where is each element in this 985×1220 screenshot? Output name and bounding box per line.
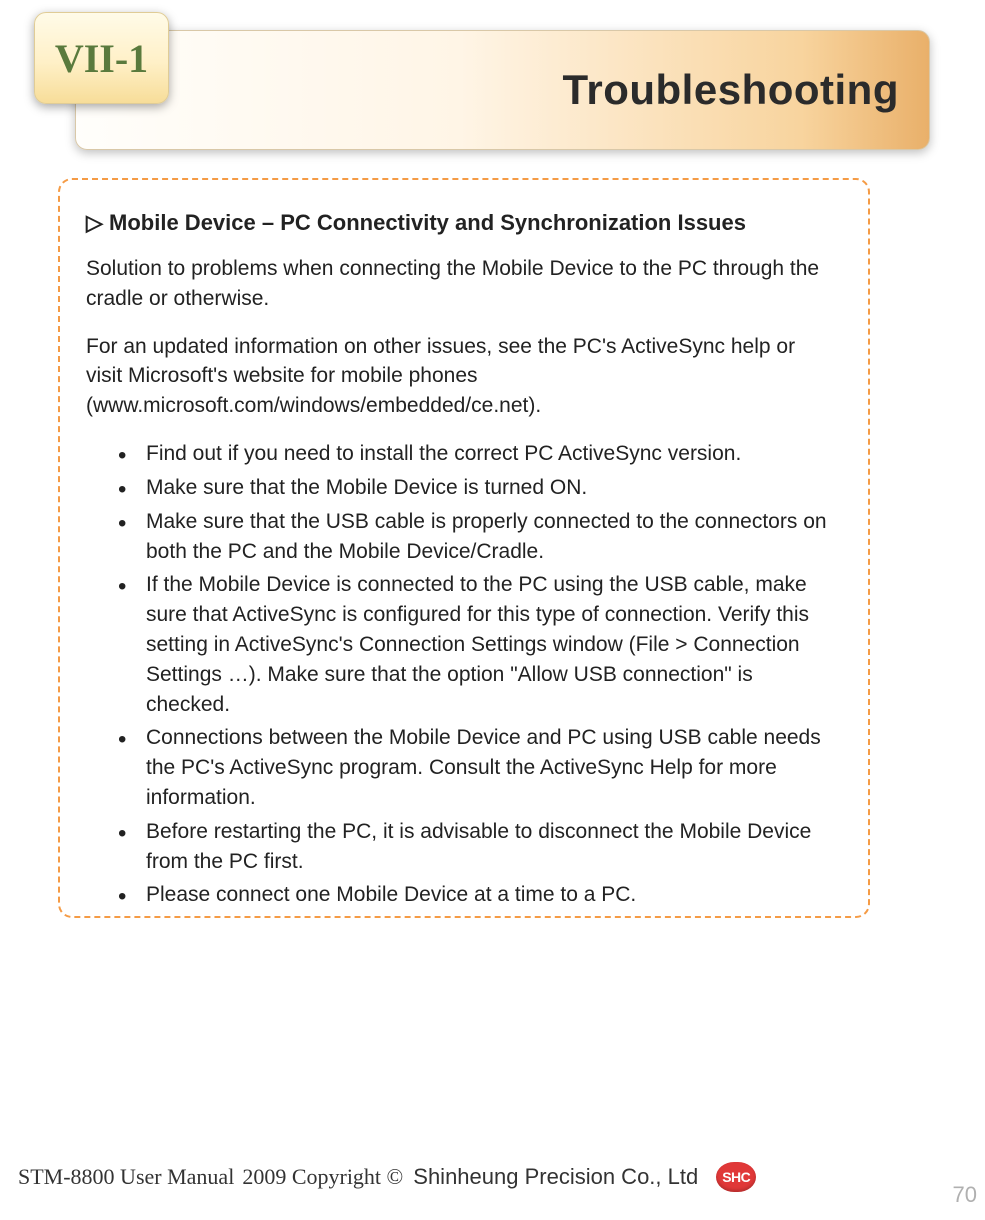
company-logo-icon: SHC bbox=[716, 1162, 756, 1192]
footer: STM-8800 User Manual 2009 Copyright © Sh… bbox=[18, 1162, 975, 1192]
list-item: Please connect one Mobile Device at a ti… bbox=[118, 880, 835, 910]
tab-label: VII-1 bbox=[55, 35, 148, 82]
footer-manual: STM-8800 User Manual bbox=[18, 1164, 234, 1190]
content-body: ▷ Mobile Device – PC Connectivity and Sy… bbox=[58, 180, 865, 942]
footer-copyright: 2009 Copyright © bbox=[242, 1164, 403, 1190]
list-item: Make sure that the USB cable is properly… bbox=[118, 507, 835, 567]
bullet-list: Find out if you need to install the corr… bbox=[86, 439, 835, 910]
header-bar: Troubleshooting bbox=[75, 30, 930, 150]
section-heading: ▷ Mobile Device – PC Connectivity and Sy… bbox=[86, 210, 835, 236]
page-title: Troubleshooting bbox=[563, 66, 899, 114]
list-item: Make sure that the Mobile Device is turn… bbox=[118, 473, 835, 503]
list-item: If the Mobile Device is connected to the… bbox=[118, 570, 835, 719]
intro-paragraph-2: For an updated information on other issu… bbox=[86, 332, 835, 421]
section-tab: VII-1 bbox=[34, 12, 169, 104]
footer-company: Shinheung Precision Co., Ltd bbox=[413, 1164, 698, 1190]
list-item: Before restarting the PC, it is advisabl… bbox=[118, 817, 835, 877]
page-number: 70 bbox=[953, 1182, 977, 1208]
list-item: Find out if you need to install the corr… bbox=[118, 439, 835, 469]
intro-paragraph-1: Solution to problems when connecting the… bbox=[86, 254, 835, 314]
list-item: Connections between the Mobile Device an… bbox=[118, 723, 835, 812]
